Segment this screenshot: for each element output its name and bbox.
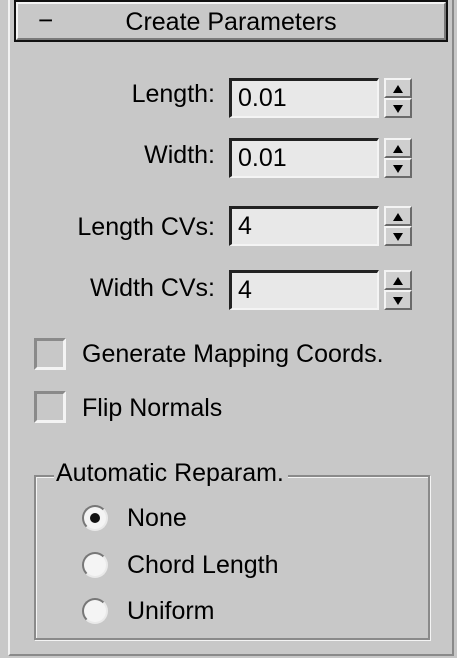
width-spin-down-button[interactable] (384, 158, 412, 178)
length-spin-up-button[interactable] (384, 78, 412, 98)
width-cvs-spinner[interactable] (384, 270, 412, 310)
width-label: Width: (144, 141, 215, 169)
length-cvs-spin-up-button[interactable] (384, 206, 412, 226)
length-cvs-spinner[interactable] (384, 206, 412, 246)
generate-mapping-coords-label[interactable]: Generate Mapping Coords. (82, 339, 384, 369)
width-cvs-spin-down-button[interactable] (384, 290, 412, 310)
length-field[interactable]: 0.01 (229, 78, 379, 118)
generate-mapping-coords-checkbox[interactable] (34, 338, 66, 370)
arrow-up-icon (393, 277, 403, 285)
length-cvs-spin-down-button[interactable] (384, 226, 412, 246)
flip-normals-checkbox[interactable] (34, 391, 66, 423)
reparam-none-label[interactable]: None (127, 503, 187, 533)
arrow-down-icon (393, 165, 403, 173)
reparam-chord-length-radio[interactable] (82, 552, 108, 578)
arrow-up-icon (393, 85, 403, 93)
length-cvs-field[interactable]: 4 (229, 206, 379, 246)
rollout-title: Create Parameters (125, 8, 337, 36)
reparam-chord-length-label[interactable]: Chord Length (127, 550, 279, 580)
radio-selected-dot (90, 513, 100, 523)
reparam-none-radio[interactable] (82, 505, 108, 531)
length-spin-down-button[interactable] (384, 98, 412, 118)
width-spinner[interactable] (384, 138, 412, 178)
rollout-header[interactable]: − Create Parameters (14, 0, 448, 42)
width-field[interactable]: 0.01 (229, 138, 379, 178)
reparam-uniform-label[interactable]: Uniform (127, 596, 215, 626)
reparam-uniform-radio[interactable] (82, 598, 108, 624)
flip-normals-label[interactable]: Flip Normals (82, 393, 222, 423)
length-cvs-label: Length CVs: (77, 213, 215, 241)
arrow-up-icon (393, 145, 403, 153)
length-label: Length: (131, 80, 215, 108)
width-spin-up-button[interactable] (384, 138, 412, 158)
arrow-down-icon (393, 105, 403, 113)
width-cvs-field[interactable]: 4 (229, 270, 379, 310)
arrow-up-icon (393, 213, 403, 221)
width-cvs-label: Width CVs: (89, 274, 215, 302)
length-spinner[interactable] (384, 78, 412, 118)
arrow-down-icon (393, 297, 403, 305)
automatic-reparam-title: Automatic Reparam. (54, 458, 288, 488)
width-cvs-spin-up-button[interactable] (384, 270, 412, 290)
arrow-down-icon (393, 233, 403, 241)
